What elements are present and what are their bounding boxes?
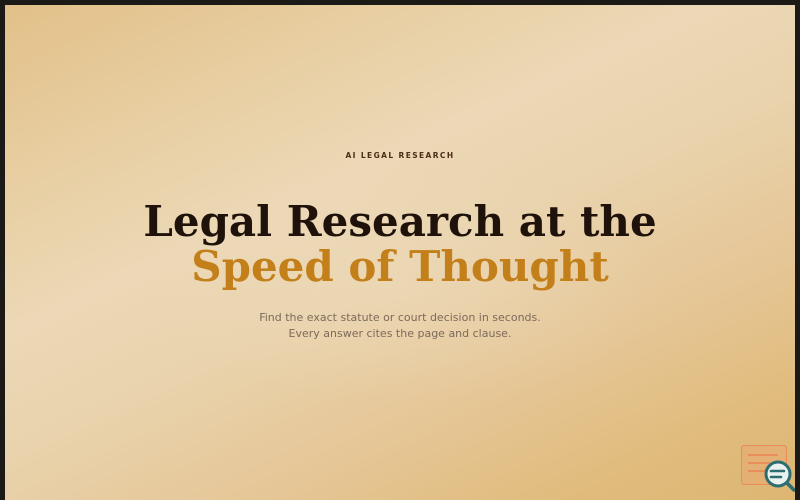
floating-search-widget[interactable]: [741, 445, 795, 492]
hero-subtitle: Find the exact statute or court decision…: [259, 311, 541, 340]
hero-headline: Legal Research at the Speed of Thought: [5, 199, 795, 289]
hero-eyebrow: AI LEGAL RESEARCH: [345, 151, 455, 160]
search-icon[interactable]: [763, 459, 795, 493]
hero-section: AI LEGAL RESEARCH Legal Research at the …: [5, 5, 795, 500]
headline-line-2: Speed of Thought: [191, 242, 609, 291]
headline-line-1: Legal Research at the: [143, 197, 657, 246]
